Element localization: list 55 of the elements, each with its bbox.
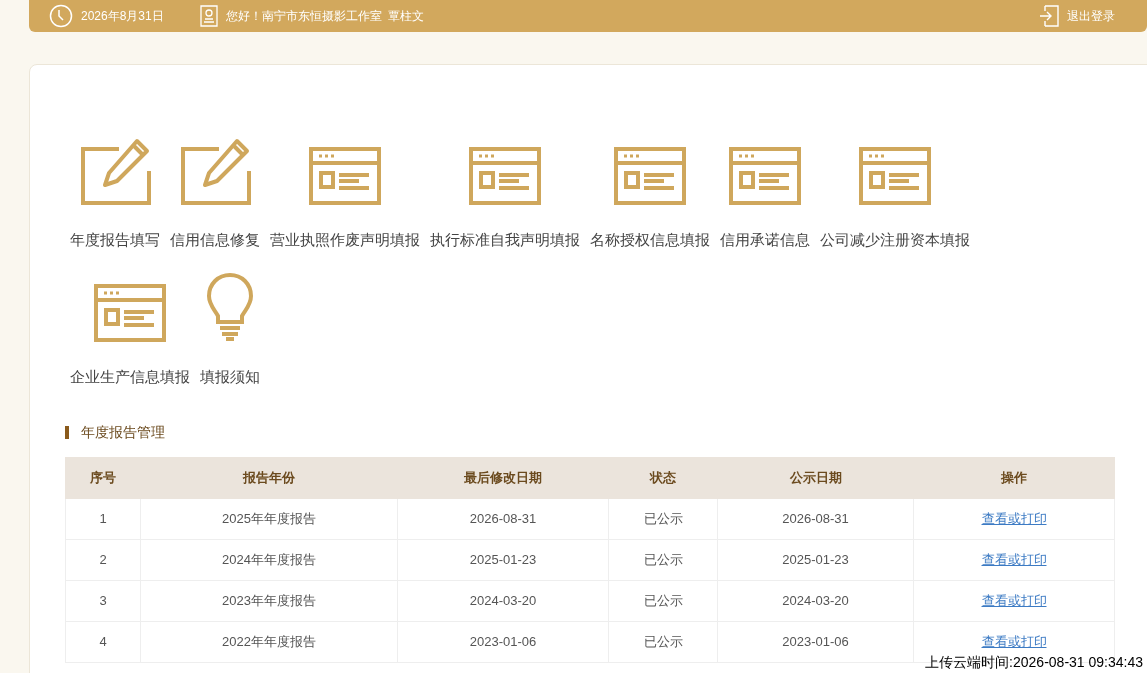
table-cell: 2026-08-31 bbox=[782, 511, 849, 527]
column-header: 状态 bbox=[608, 457, 718, 499]
column-header: 序号 bbox=[65, 457, 141, 499]
greeting-text: 您好！南宁市东恒摄影工作室 覃柱文 bbox=[225, 8, 425, 25]
edit-icon bbox=[79, 137, 151, 205]
lightbulb-icon bbox=[206, 271, 254, 342]
table-cell: 已公示 bbox=[643, 593, 683, 609]
section-title: 年度报告管理 bbox=[81, 423, 165, 442]
form-icon bbox=[469, 147, 541, 205]
menu-tile-label[interactable]: 营业执照作废声明填报 bbox=[270, 229, 420, 252]
table-cell: 3 bbox=[99, 593, 107, 609]
form-icon bbox=[729, 147, 801, 205]
view-print-link[interactable]: 查看或打印 bbox=[981, 552, 1047, 568]
menu-tile-label[interactable]: 名称授权信息填报 bbox=[590, 229, 710, 252]
table-cell: 已公示 bbox=[643, 511, 683, 527]
menu-tile-label[interactable]: 公司减少注册资本填报 bbox=[820, 229, 970, 252]
table-cell: 2 bbox=[99, 552, 107, 568]
current-date: 2026年8月31日 bbox=[81, 8, 164, 25]
table-cell: 4 bbox=[99, 634, 107, 650]
table-cell: 2023年年度报告 bbox=[222, 593, 316, 609]
view-print-link[interactable]: 查看或打印 bbox=[981, 634, 1047, 650]
menu-tile-label[interactable]: 填报须知 bbox=[200, 365, 260, 388]
column-header: 公示日期 bbox=[717, 457, 914, 499]
view-print-link[interactable]: 查看或打印 bbox=[981, 511, 1047, 527]
menu-tile-label[interactable]: 信用信息修复 bbox=[170, 229, 260, 252]
menu-tile-label[interactable]: 年度报告填写 bbox=[70, 229, 160, 252]
table-cell: 2024-03-20 bbox=[782, 593, 849, 609]
form-icon bbox=[309, 147, 381, 205]
edit-icon bbox=[179, 137, 251, 205]
table-cell: 2025年年度报告 bbox=[222, 511, 316, 527]
form-icon bbox=[614, 147, 686, 205]
column-header: 报告年份 bbox=[140, 457, 398, 499]
table-cell: 已公示 bbox=[643, 634, 683, 650]
table-cell: 2024年年度报告 bbox=[222, 552, 316, 568]
column-header: 最后修改日期 bbox=[397, 457, 609, 499]
table-cell: 2023-01-06 bbox=[469, 634, 537, 650]
clock-icon bbox=[49, 4, 73, 28]
upload-timestamp: 上传云端时间:2026-08-31 09:34:43 bbox=[925, 655, 1143, 669]
table-cell: 1 bbox=[99, 511, 107, 527]
table-cell: 2024-03-20 bbox=[469, 593, 537, 609]
table-cell: 2023-01-06 bbox=[782, 634, 849, 650]
table-cell: 2025-01-23 bbox=[782, 552, 849, 568]
menu-tile-label[interactable]: 企业生产信息填报 bbox=[70, 365, 190, 388]
logout-icon[interactable] bbox=[1039, 5, 1059, 27]
table-cell: 2022年年度报告 bbox=[222, 634, 316, 650]
user-card-icon bbox=[199, 5, 218, 27]
menu-tile-label[interactable]: 信用承诺信息 bbox=[720, 229, 810, 252]
form-icon bbox=[94, 283, 166, 342]
column-header: 操作 bbox=[913, 457, 1115, 499]
form-icon bbox=[859, 147, 931, 205]
view-print-link[interactable]: 查看或打印 bbox=[981, 593, 1047, 609]
menu-tile-label[interactable]: 执行标准自我声明填报 bbox=[430, 229, 580, 252]
table-cell: 2026-08-31 bbox=[469, 511, 537, 527]
table-cell: 2025-01-23 bbox=[469, 552, 537, 568]
table-cell: 已公示 bbox=[643, 552, 683, 568]
